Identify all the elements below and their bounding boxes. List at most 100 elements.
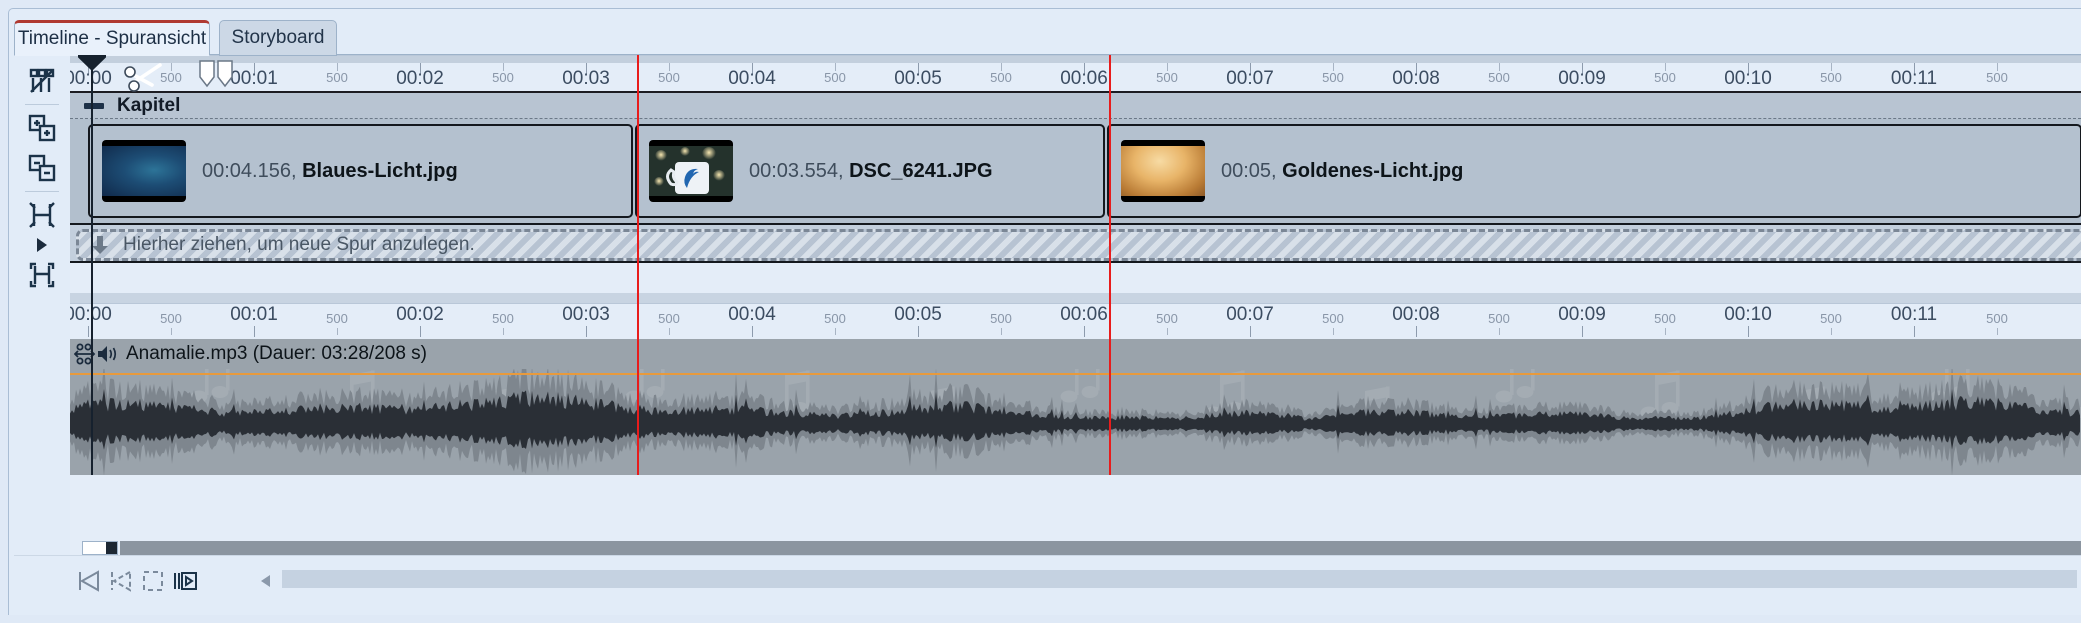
- ruler-label: 00:01: [230, 68, 278, 89]
- ruler-minor-label: 500: [1156, 311, 1178, 326]
- speaker-icon[interactable]: [96, 343, 120, 365]
- fit-to-window-button[interactable]: [136, 564, 170, 598]
- timeline-cursor[interactable]: [78, 55, 106, 475]
- ruler-minor-label: 500: [990, 70, 1012, 85]
- ruler-tick: [752, 326, 753, 337]
- dropzone-inner: Hierher ziehen, um neue Spur anzulegen.: [76, 229, 2081, 261]
- video-track[interactable]: 00:04.156, Blaues-Licht.jpg 00:03.554, DS…: [70, 119, 2081, 223]
- ruler-minor-label: 500: [1488, 70, 1510, 85]
- ruler-label: 00:07: [1226, 68, 1274, 89]
- no-transitions-icon[interactable]: [21, 61, 63, 101]
- preview-play-icon: [174, 572, 197, 590]
- ruler-minor-tick: [171, 328, 172, 335]
- timeline-panel: 00:0050000:0150000:0250000:0350000:04500…: [14, 54, 2081, 608]
- ruler-minor-tick: [1997, 328, 1998, 335]
- ruler-minor-label: 500: [824, 70, 846, 85]
- tab-label: Storyboard: [231, 27, 325, 48]
- tab-storyboard[interactable]: Storyboard: [219, 20, 337, 56]
- add-clip-icon[interactable]: [21, 108, 63, 148]
- fit-selection-icon[interactable]: [21, 255, 63, 295]
- ruler-label: 00:01: [230, 304, 278, 325]
- horizontal-scrollbar[interactable]: [282, 570, 2077, 588]
- tab-label: Timeline - Spuransicht: [17, 28, 207, 49]
- timeline-rail: [120, 541, 2081, 555]
- video-clip[interactable]: 00:05, Goldenes-Licht.jpg: [1107, 124, 2081, 218]
- previous-marker-button[interactable]: [104, 564, 138, 598]
- toolbar-divider: [25, 104, 59, 105]
- tab-timeline-spuransicht[interactable]: Timeline - Spuransicht: [14, 20, 210, 56]
- ruler-tick: [918, 326, 919, 337]
- scroll-left-button[interactable]: [259, 573, 273, 594]
- clip-duration: 00:05,: [1221, 159, 1283, 182]
- ruler-tick: [1914, 326, 1915, 337]
- playhead-marker[interactable]: [637, 55, 639, 475]
- chapter-collapse-icon[interactable]: [84, 102, 104, 109]
- ruler-shade: [70, 56, 2081, 63]
- ruler-minor-label: 500: [1654, 70, 1676, 85]
- ruler-tick: [1416, 326, 1417, 337]
- audio-track[interactable]: Anamalie.mp3 (Dauer: 03:28/208 s): [70, 339, 2081, 475]
- ruler-minor-label: 500: [1488, 311, 1510, 326]
- ruler-tick: [586, 326, 587, 337]
- ruler-label: 00:06: [1060, 68, 1108, 89]
- ruler-minor-tick: [1665, 328, 1666, 335]
- horizontal-scrollbar-thumb[interactable]: [282, 570, 2077, 588]
- ruler-label: 00:11: [1890, 304, 1938, 325]
- mini-scroll-indicator[interactable]: [82, 541, 118, 555]
- timeline-ruler-top[interactable]: 00:0050000:0150000:0250000:0350000:04500…: [70, 55, 2081, 91]
- ruler-minor-label: 500: [990, 311, 1012, 326]
- ruler-label: 00:08: [1392, 68, 1440, 89]
- ruler-label: 00:09: [1558, 304, 1606, 325]
- ruler-minor-tick: [835, 328, 836, 335]
- ruler-minor-label: 500: [658, 70, 680, 85]
- ruler-tick: [88, 326, 89, 337]
- new-track-dropzone[interactable]: Hierher ziehen, um neue Spur anzulegen.: [70, 223, 2081, 263]
- ruler-minor-tick: [1499, 328, 1500, 335]
- play-triangle-icon[interactable]: [21, 235, 63, 255]
- ruler-tick: [1250, 326, 1251, 337]
- clip-duration: 00:04.156,: [202, 159, 303, 182]
- ruler-minor-tick: [337, 328, 338, 335]
- remove-clip-icon[interactable]: [21, 148, 63, 188]
- ruler-label: 00:10: [1724, 304, 1772, 325]
- ruler-minor-label: 500: [1820, 70, 1842, 85]
- ruler-label: 00:05: [894, 304, 942, 325]
- clip-thumbnail: [1121, 140, 1205, 202]
- ruler-tick: [1748, 326, 1749, 337]
- video-clip[interactable]: 00:04.156, Blaues-Licht.jpg: [88, 124, 633, 218]
- ruler-minor-label: 500: [326, 311, 348, 326]
- ruler-tick: [1084, 326, 1085, 337]
- timeline-bottom-rail: [70, 541, 2081, 555]
- timeline-tracks-area[interactable]: 00:0050000:0150000:0250000:0350000:04500…: [70, 55, 2081, 555]
- previous-marker-icon: [111, 570, 131, 592]
- arrow-down-icon: [92, 236, 108, 254]
- ruler-minor-label: 500: [1654, 311, 1676, 326]
- ruler-label: 00:02: [396, 68, 444, 89]
- ruler-minor-label: 500: [492, 70, 514, 85]
- video-clip[interactable]: 00:03.554, DSC_6241.JPG: [635, 124, 1105, 218]
- playhead-marker[interactable]: [1109, 55, 1111, 475]
- ruler-label: 00:08: [1392, 304, 1440, 325]
- ruler-minor-label: 500: [1986, 311, 2008, 326]
- ruler-minor-tick: [1167, 328, 1168, 335]
- ruler-label: 00:07: [1226, 304, 1274, 325]
- fit-to-window-icon: [143, 571, 163, 591]
- preview-play-button[interactable]: [168, 564, 202, 598]
- ruler-label: 00:04: [728, 304, 776, 325]
- ruler-label: 00:09: [1558, 68, 1606, 89]
- clip-label: 00:04.156, Blaues-Licht.jpg: [202, 160, 458, 183]
- split-marker-icon[interactable]: [198, 59, 236, 94]
- clip-thumbnail-image: [649, 146, 733, 196]
- audio-track-header: Anamalie.mp3 (Dauer: 03:28/208 s): [70, 339, 2081, 369]
- audio-track-label: Anamalie.mp3 (Dauer: 03:28/208 s): [126, 343, 427, 364]
- go-to-start-button[interactable]: [72, 564, 106, 598]
- ruler-label: 00:03: [562, 304, 610, 325]
- ruler-minor-tick: [1831, 328, 1832, 335]
- chapter-row[interactable]: Kapitel: [70, 91, 2081, 119]
- left-toolbar: [14, 55, 70, 555]
- fit-width-icon[interactable]: [21, 195, 63, 235]
- timeline-ruler-bottom[interactable]: 00:0050000:0150000:0250000:0350000:04500…: [70, 303, 2081, 339]
- clip-filename: Goldenes-Licht.jpg: [1282, 159, 1464, 182]
- ruler-minor-tick: [503, 328, 504, 335]
- scissors-icon[interactable]: [122, 59, 168, 98]
